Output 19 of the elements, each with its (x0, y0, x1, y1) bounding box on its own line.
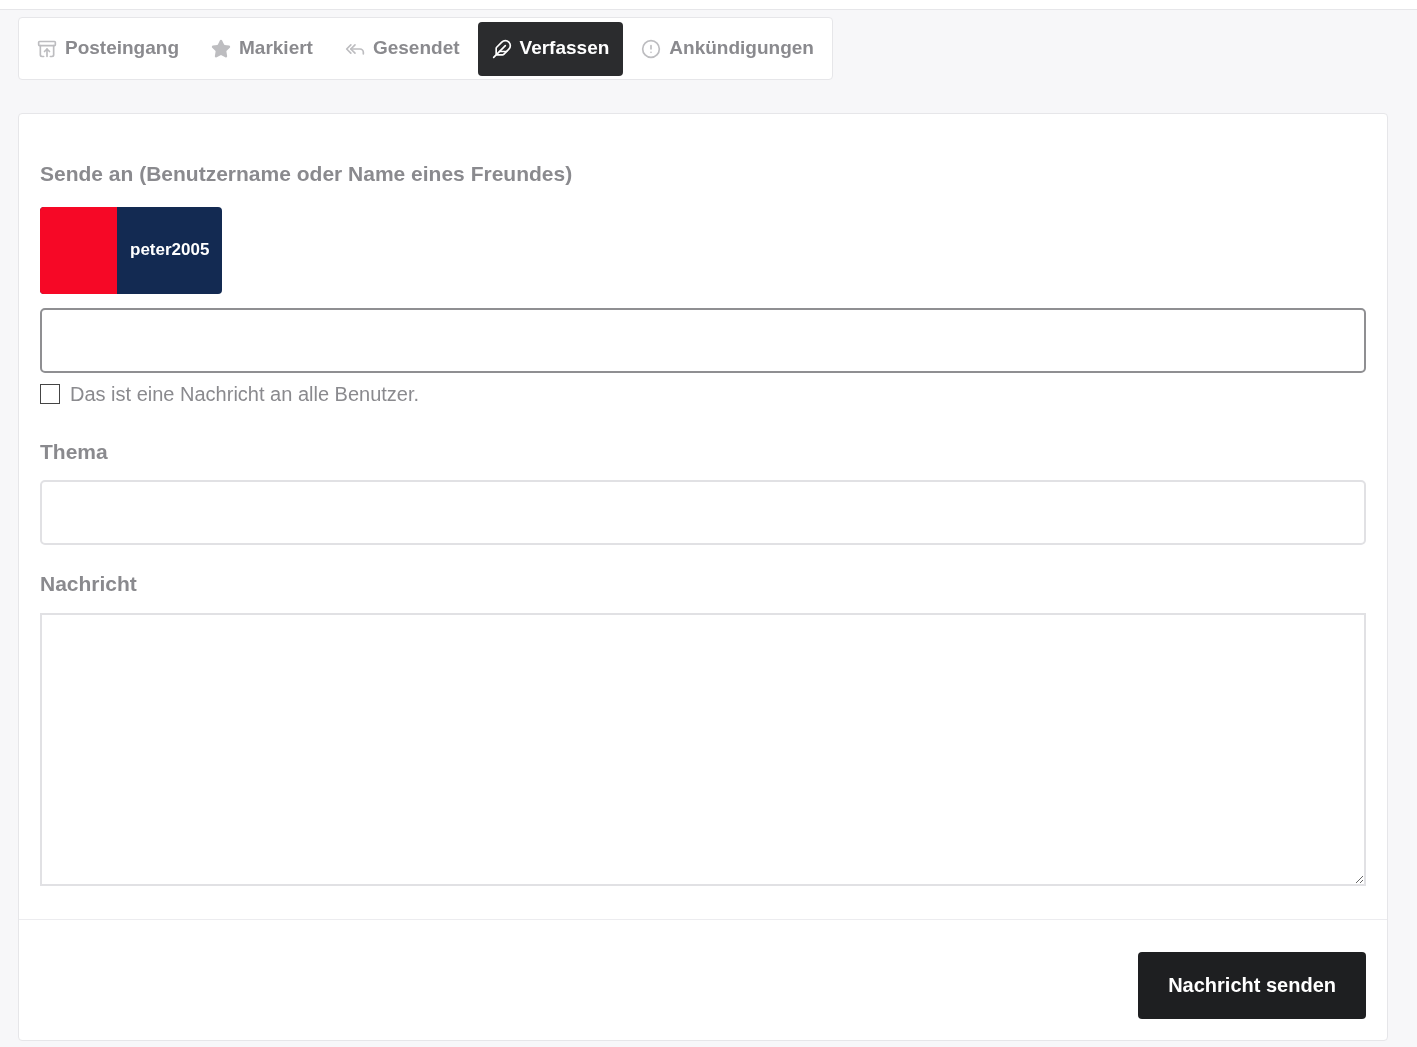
exclamation-circle-icon (641, 38, 662, 59)
recipient-input-field[interactable] (40, 307, 1366, 373)
tab[interactable]: Gesendet (330, 21, 474, 76)
recipient-name: peter2005 (129, 239, 211, 262)
tab[interactable]: Ankündigungen (627, 21, 828, 76)
tab[interactable]: Markiert (197, 21, 327, 76)
subject-input-field[interactable] (40, 480, 1366, 545)
star-icon (211, 38, 231, 59)
recipient-chip[interactable]: peter2005 (40, 206, 223, 294)
feather-icon (491, 38, 512, 59)
send-button[interactable]: Nachricht senden (1138, 951, 1366, 1019)
message-label: Nachricht (40, 571, 138, 597)
archive-box-icon (37, 38, 57, 59)
tab[interactable]: Verfassen (477, 21, 624, 76)
subject-label: Thema (40, 438, 109, 465)
recipient-label: Sende an (Benutzername oder Name eines Freundes) (40, 161, 574, 187)
checkbox-label: Das ist eine Nachricht an alle Benutzer. (70, 381, 420, 407)
tab[interactable]: Posteingang (23, 21, 193, 76)
checkbox[interactable] (40, 383, 60, 404)
